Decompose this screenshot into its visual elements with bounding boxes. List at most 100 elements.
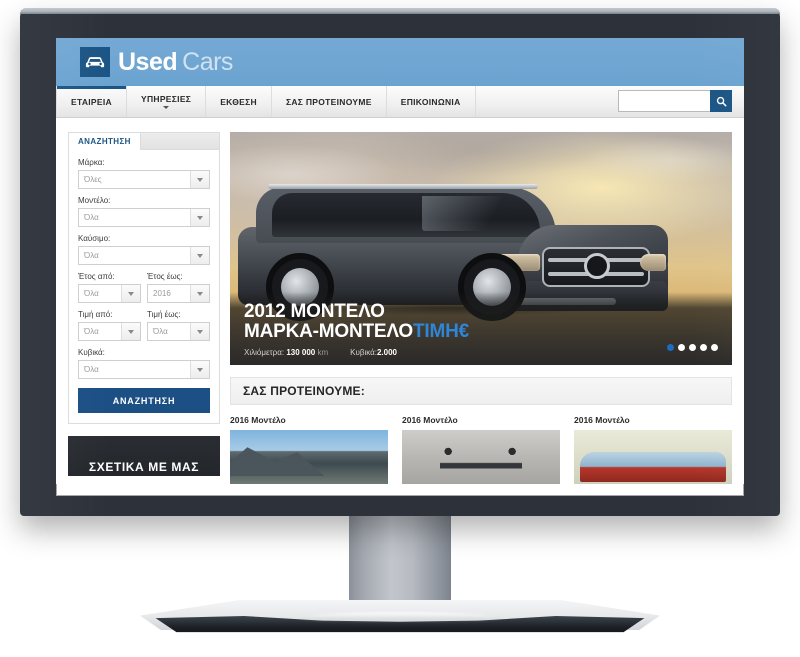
chevron-down-icon	[190, 171, 209, 188]
hero-dot-2[interactable]	[678, 344, 685, 351]
field-label: Καύσιμο:	[78, 234, 111, 243]
card-thumbnail-mountain	[230, 430, 388, 484]
site-logo-text: Used Cars	[118, 47, 233, 76]
field-label: Μάρκα:	[78, 158, 105, 167]
hero-dot-5[interactable]	[711, 344, 718, 351]
hero-meta: Χιλιόμετρα: 130 000 km Κυβικά:2.000	[244, 348, 718, 357]
field-kyvika: Κυβικά: Όλα	[78, 348, 210, 379]
hero-dot-1[interactable]	[667, 344, 674, 351]
timi-eos-select[interactable]: Όλα	[147, 322, 210, 341]
nav-item-label: ΣΑΣ ΠΡΟΤΕΙΝΟΥΜΕ	[285, 96, 372, 107]
car-emblem-icon	[584, 253, 610, 279]
chevron-down-icon	[190, 361, 209, 378]
chevron-down-icon	[190, 247, 209, 264]
logo-secondary-text: Cars	[182, 47, 233, 76]
timi-apo-select[interactable]: Όλα	[78, 322, 141, 341]
kafsimo-select[interactable]: Όλα	[78, 246, 210, 265]
nav-item-ekthesi[interactable]: ΕΚΘΕΣΗ	[206, 86, 272, 117]
field-etos-eos: Έτος έως: 2016	[147, 272, 210, 303]
hero-dot-4[interactable]	[700, 344, 707, 351]
nav-item-ypiresies[interactable]: ΥΠΗΡΕΣΙΕΣ	[127, 86, 207, 117]
select-value: Όλες	[84, 175, 102, 184]
chevron-down-icon	[121, 285, 140, 302]
search-icon	[716, 96, 726, 106]
sidebar-tabs: ΑΝΑΖΗΤΗΣΗ	[68, 132, 220, 150]
monitor-bezel: Used Cars ΕΤΑΙΡΕΙΑ ΥΠΗΡΕΣΙΕΣ ΕΚΘΕΣΗ ΣΑΣ …	[20, 8, 780, 516]
nav-item-label: ΥΠΗΡΕΣΙΕΣ	[140, 94, 192, 104]
select-value: 2016	[153, 289, 171, 298]
hero-title-line1: 2012 ΜΟΝΤΕΛΟ	[244, 300, 385, 322]
field-label: Κυβικά:	[78, 348, 105, 357]
field-label: Μοντέλο:	[78, 196, 111, 205]
field-label: Τιμή από:	[78, 310, 113, 319]
chevron-down-icon	[190, 323, 209, 340]
select-value: Όλα	[84, 365, 99, 374]
field-marka: Μάρκα: Όλες	[78, 158, 210, 189]
field-row-etos: Έτος από: Όλα Έτος έως: 2016	[78, 272, 210, 310]
field-timi-eos: Τιμή έως: Όλα	[147, 310, 210, 341]
nav-item-label: ΕΚΘΕΣΗ	[220, 96, 257, 107]
meta-label: Κυβικά:	[350, 348, 377, 357]
monitor-scene: Used Cars ΕΤΑΙΡΕΙΑ ΥΠΗΡΕΣΙΕΣ ΕΚΘΕΣΗ ΣΑΣ …	[0, 0, 800, 657]
chevron-down-icon	[121, 323, 140, 340]
hero-title-line2: ΜΑΡΚΑ-ΜΟΝΤΕΛΟ	[244, 321, 413, 343]
car-windows	[272, 193, 540, 237]
etos-apo-select[interactable]: Όλα	[78, 284, 141, 303]
field-kafsimo: Καύσιμο: Όλα	[78, 234, 210, 265]
recommended-card[interactable]: 2016 Μοντέλο	[402, 415, 560, 484]
about-us-panel[interactable]: ΣΧΕΤΙΚΑ ΜΕ ΜΑΣ	[68, 436, 220, 476]
chevron-down-icon	[190, 285, 209, 302]
chevron-down-icon	[190, 209, 209, 226]
nav-item-epikoinonia[interactable]: ΕΠΙΚΟΙΝΩΝΙΑ	[387, 86, 476, 117]
chevron-down-icon	[163, 106, 170, 109]
meta-value: 130 000	[286, 348, 316, 357]
select-value: Όλα	[84, 213, 99, 222]
recommended-grid: 2016 Μοντέλο 2016 Μοντέλο 2016 Μοντέλο	[230, 415, 732, 484]
car-roof-rail	[268, 184, 538, 189]
hero-meta-mileage: Χιλιόμετρα: 130 000 km	[244, 348, 328, 357]
tab-label: ΑΝΑΖΗΤΗΣΗ	[78, 137, 131, 146]
hero-title-line2-wrap: ΜΑΡΚΑ-ΜΟΝΤΕΛΟΤΙΜΗ€	[244, 322, 718, 343]
sidebar: ΑΝΑΖΗΤΗΣΗ Μάρκα: Όλες Μοντέλο: Όλα Καύσι…	[68, 132, 220, 476]
monitor-stand-base-gloss	[300, 612, 500, 624]
kyvika-select[interactable]: Όλα	[78, 360, 210, 379]
nav-item-sas-proteinoume[interactable]: ΣΑΣ ΠΡΟΤΕΙΝΟΥΜΕ	[272, 86, 387, 117]
tab-filler	[140, 132, 220, 150]
hero-meta-engine: Κυβικά:2.000	[350, 348, 397, 357]
search-button[interactable]	[710, 90, 732, 112]
field-label: Τιμή έως:	[147, 310, 181, 319]
recommended-card[interactable]: 2016 Μοντέλο	[230, 415, 388, 484]
nav-item-etaireia[interactable]: ΕΤΑΙΡΕΙΑ	[56, 86, 127, 117]
field-montelo: Μοντέλο: Όλα	[78, 196, 210, 227]
nav-item-label: ΕΤΑΙΡΕΙΑ	[71, 96, 112, 107]
site-header: Used Cars	[56, 38, 744, 86]
search-submit-button[interactable]: ΑΝΑΖΗΤΗΣΗ	[78, 388, 210, 413]
header-search	[618, 90, 732, 112]
field-row-timi: Τιμή από: Όλα Τιμή έως: Όλα	[78, 310, 210, 348]
card-thumbnail-motorcycle	[402, 430, 560, 484]
card-title: 2016 Μοντέλο	[230, 415, 286, 425]
field-etos-apo: Έτος από: Όλα	[78, 272, 141, 303]
hero-dot-3[interactable]	[689, 344, 696, 351]
hero-slider[interactable]: 2012 ΜΟΝΤΕΛΟ ΜΑΡΚΑ-ΜΟΝΤΕΛΟΤΙΜΗ€ Χιλιόμετ…	[230, 132, 732, 365]
montelo-select[interactable]: Όλα	[78, 208, 210, 227]
hero-title: 2012 ΜΟΝΤΕΛΟ ΜΑΡΚΑ-ΜΟΝΤΕΛΟΤΙΜΗ€	[244, 300, 718, 343]
recommended-title: ΣΑΣ ΠΡΟΤΕΙΝΟΥΜΕ:	[243, 384, 365, 398]
search-input[interactable]	[618, 90, 710, 112]
search-filter-panel: Μάρκα: Όλες Μοντέλο: Όλα Καύσιμο: Όλα Έτ…	[68, 150, 220, 424]
recommended-card[interactable]: 2016 Μοντέλο	[574, 415, 732, 484]
marka-select[interactable]: Όλες	[78, 170, 210, 189]
hero-price: ΤΙΜΗ€	[412, 321, 469, 343]
about-us-title: ΣΧΕΤΙΚΑ ΜΕ ΜΑΣ	[88, 460, 200, 474]
page-body: ΑΝΑΖΗΤΗΣΗ Μάρκα: Όλες Μοντέλο: Όλα Καύσι…	[56, 118, 744, 484]
nav-items: ΕΤΑΙΡΕΙΑ ΥΠΗΡΕΣΙΕΣ ΕΚΘΕΣΗ ΣΑΣ ΠΡΟΤΕΙΝΟΥΜ…	[56, 86, 476, 117]
select-value: Όλα	[84, 327, 99, 336]
recommended-header: ΣΑΣ ΠΡΟΤΕΙΝΟΥΜΕ:	[230, 377, 732, 405]
logo-primary-text: Used	[118, 47, 178, 76]
tab-anazitisi[interactable]: ΑΝΑΖΗΤΗΣΗ	[68, 132, 141, 150]
select-value: Όλα	[84, 289, 99, 298]
site-logo[interactable]: Used Cars	[80, 47, 233, 77]
field-label: Έτος έως:	[147, 272, 183, 281]
etos-eos-select[interactable]: 2016	[147, 284, 210, 303]
select-value: Όλα	[153, 327, 168, 336]
